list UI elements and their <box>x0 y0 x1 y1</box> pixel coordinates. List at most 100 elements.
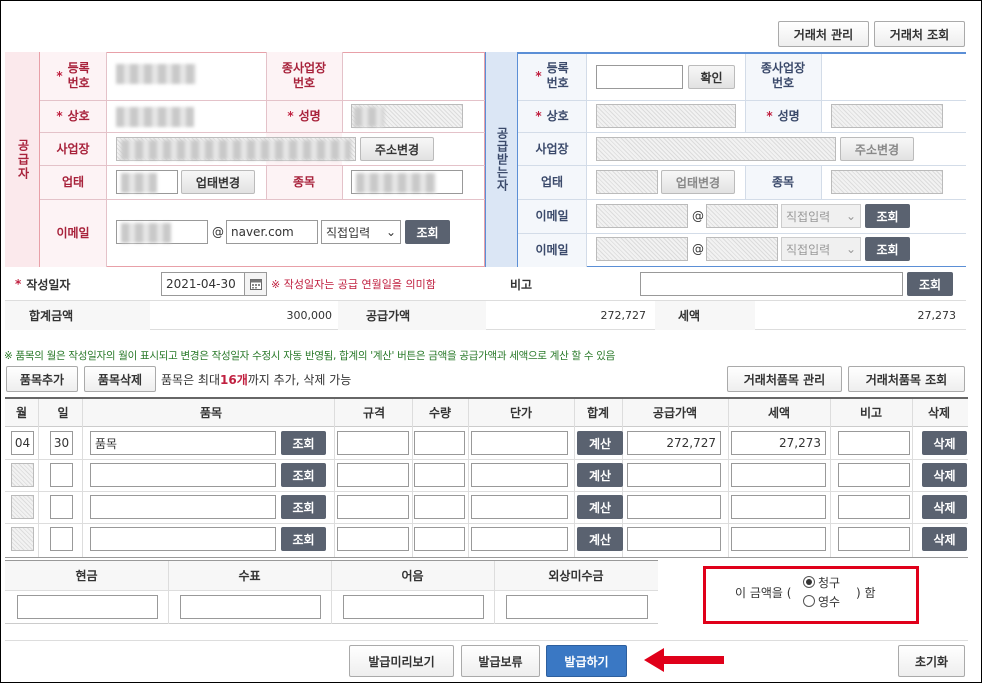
supplier-email-select[interactable]: 직접입력 ⌄ <box>321 220 401 244</box>
month-field[interactable] <box>11 463 34 487</box>
qty-field[interactable] <box>414 495 465 519</box>
supplier-biztype-field[interactable] <box>116 170 178 194</box>
remark-search-button[interactable]: 조회 <box>907 272 953 296</box>
receiver-confirm-button[interactable]: 확인 <box>688 65 735 89</box>
delete-item-button[interactable]: 품목삭제 <box>84 366 156 392</box>
day-field[interactable] <box>50 495 73 519</box>
issue-button[interactable]: 발급하기 <box>546 645 627 677</box>
receiver-item-field[interactable] <box>831 170 943 194</box>
unit-price-field[interactable] <box>471 495 568 519</box>
supplier-email-id-field[interactable] <box>116 220 208 244</box>
supply-field[interactable]: 272,727 <box>627 431 721 455</box>
tax-field[interactable]: 27,273 <box>731 431 826 455</box>
receiver-email1-id-field[interactable] <box>596 204 688 228</box>
receiver-address-field[interactable] <box>596 137 836 161</box>
item-search-button[interactable]: 조회 <box>281 431 326 455</box>
supplier-biztype-change-button[interactable]: 업태변경 <box>181 170 255 194</box>
qty-field[interactable] <box>414 527 465 551</box>
receiver-email1-domain-field[interactable] <box>706 204 778 228</box>
month-field[interactable]: 04 <box>11 431 34 455</box>
client-search-button[interactable]: 거래처 조회 <box>874 21 965 47</box>
item-name-field[interactable] <box>90 463 276 487</box>
calc-button[interactable]: 계산 <box>577 495 623 519</box>
receiver-biztype-change-button[interactable]: 업태변경 <box>661 170 735 194</box>
payment-credit-field[interactable] <box>506 595 648 619</box>
calc-button[interactable]: 계산 <box>577 527 623 551</box>
receiver-name-field[interactable] <box>831 104 943 128</box>
supply-field[interactable] <box>627 463 721 487</box>
delete-row-button[interactable]: 삭제 <box>922 495 967 519</box>
supplier-name-field[interactable] <box>351 104 463 128</box>
receiver-email1-search-button[interactable]: 조회 <box>865 204 910 228</box>
tax-field[interactable] <box>731 495 826 519</box>
client-manage-button[interactable]: 거래처 관리 <box>778 21 869 47</box>
supplier-email-search-button[interactable]: 조회 <box>405 220 450 244</box>
month-field[interactable] <box>11 495 34 519</box>
claim-radio[interactable]: 청구 <box>803 574 840 590</box>
delete-row-button[interactable]: 삭제 <box>922 431 967 455</box>
spec-field[interactable] <box>337 463 409 487</box>
receiver-email2-domain-field[interactable] <box>706 237 778 261</box>
calc-button[interactable]: 계산 <box>577 463 623 487</box>
remark-field[interactable] <box>838 495 910 519</box>
remark-field[interactable] <box>838 527 910 551</box>
payment-note-field[interactable] <box>343 595 484 619</box>
date-field[interactable]: 2021-04-30 <box>161 272 245 296</box>
preview-button[interactable]: 발급미리보기 <box>349 645 454 677</box>
day-field[interactable] <box>50 463 73 487</box>
month-field[interactable] <box>11 527 34 551</box>
item-name-field[interactable]: 품목 <box>90 431 276 455</box>
supplier-address-field[interactable] <box>116 137 356 161</box>
unit-price-field[interactable] <box>471 527 568 551</box>
receiver-company-field[interactable] <box>596 104 736 128</box>
client-items-search-button[interactable]: 거래처품목 조회 <box>848 366 965 392</box>
calc-button[interactable]: 계산 <box>577 431 623 455</box>
supplier-item-field[interactable] <box>351 170 463 194</box>
delete-row-button[interactable]: 삭제 <box>922 527 967 551</box>
tax-field[interactable] <box>731 463 826 487</box>
item-name-field[interactable] <box>90 495 276 519</box>
receiver-email2-id-field[interactable] <box>596 237 688 261</box>
receiver-email2-search-button[interactable]: 조회 <box>865 237 910 261</box>
spec-field[interactable] <box>337 527 409 551</box>
receiver-regno-field[interactable] <box>596 65 683 89</box>
receiver-email1-select[interactable]: 직접입력 ⌄ <box>781 204 861 228</box>
client-items-manage-button[interactable]: 거래처품목 관리 <box>727 366 842 392</box>
item-search-button[interactable]: 조회 <box>281 463 326 487</box>
day-field[interactable]: 30 <box>50 431 73 455</box>
payment-header-note: 어음 <box>401 568 424 583</box>
qty-field[interactable] <box>414 431 465 455</box>
remark-field[interactable] <box>838 431 910 455</box>
spec-field[interactable] <box>337 495 409 519</box>
payment-header-check: 수표 <box>238 568 261 583</box>
qty-field[interactable] <box>414 463 465 487</box>
receipt-radio[interactable]: 영수 <box>803 593 840 609</box>
supply-field[interactable] <box>627 495 721 519</box>
payment-check-field[interactable] <box>180 595 321 619</box>
receiver-email2-select[interactable]: 직접입력 ⌄ <box>781 237 861 261</box>
supplier-company-label: * 상호 <box>56 109 90 123</box>
supplier-regno-value <box>116 64 196 84</box>
remark-field[interactable] <box>838 463 910 487</box>
receiver-address-change-button[interactable]: 주소변경 <box>840 137 914 161</box>
hold-button[interactable]: 발급보류 <box>461 645 540 677</box>
supply-field[interactable] <box>627 527 721 551</box>
remark-field[interactable] <box>640 272 903 296</box>
reset-button[interactable]: 초기화 <box>898 645 965 677</box>
add-item-button[interactable]: 품목추가 <box>6 366 78 392</box>
calendar-icon[interactable] <box>245 272 267 296</box>
item-search-button[interactable]: 조회 <box>281 495 326 519</box>
receiver-biztype-field[interactable] <box>596 170 658 194</box>
payment-cash-field[interactable] <box>17 595 158 619</box>
day-field[interactable] <box>50 527 73 551</box>
spec-field[interactable] <box>337 431 409 455</box>
unit-price-field[interactable] <box>471 431 568 455</box>
supplier-email-domain-field[interactable]: naver.com <box>226 220 318 244</box>
delete-row-button[interactable]: 삭제 <box>922 463 967 487</box>
item-name-field[interactable] <box>90 527 276 551</box>
item-search-button[interactable]: 조회 <box>281 527 326 551</box>
unit-price-field[interactable] <box>471 463 568 487</box>
receiver-item-label: 종목 <box>771 175 795 189</box>
tax-field[interactable] <box>731 527 826 551</box>
supplier-address-change-button[interactable]: 주소변경 <box>360 137 434 161</box>
